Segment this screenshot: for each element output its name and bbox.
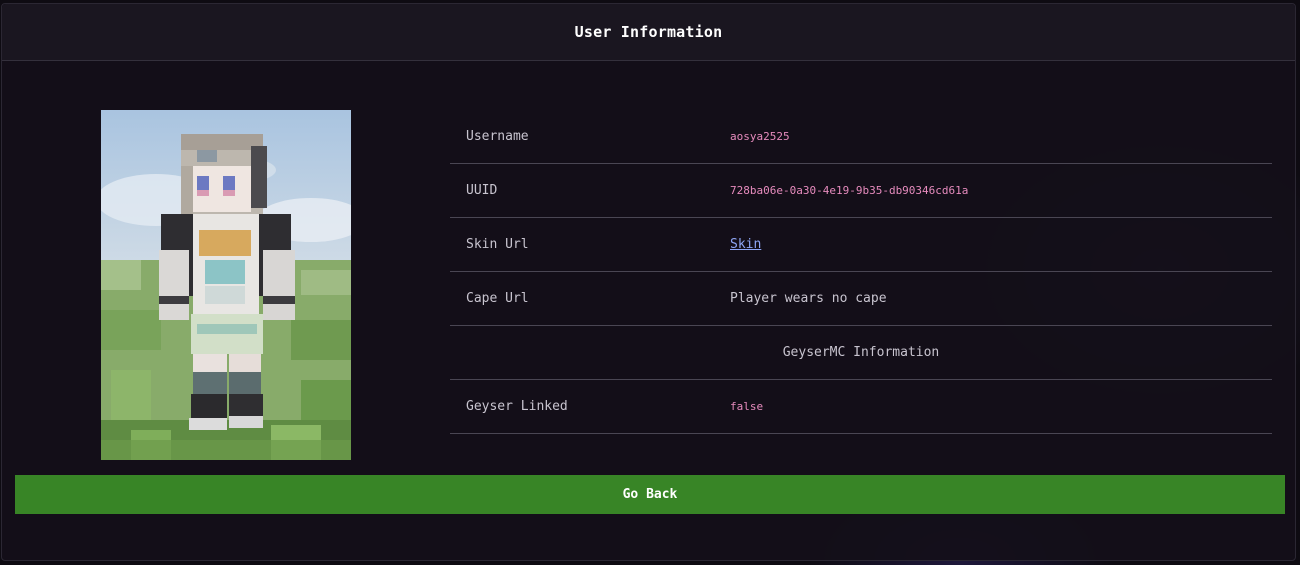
uuid-row: UUID 728ba06e-0a30-4e19-9b35-db90346cd61…	[450, 164, 1272, 218]
user-info-table: Username aosya2525 UUID 728ba06e-0a30-4e…	[450, 110, 1272, 434]
go-back-button[interactable]: Go Back	[15, 475, 1285, 514]
geyser-section-row: GeyserMC Information	[450, 326, 1272, 380]
geyser-linked-label: Geyser Linked	[466, 399, 568, 414]
geyser-linked-value: false	[730, 400, 764, 413]
skin-render-image	[101, 110, 351, 460]
uuid-label: UUID	[466, 183, 498, 198]
cape-url-value: Player wears no cape	[730, 291, 887, 306]
user-info-card: User Information Username aosya2525 UUID…	[1, 3, 1296, 561]
username-value: aosya2525	[730, 130, 790, 143]
page: User Information Username aosya2525 UUID…	[0, 0, 1300, 565]
username-label: Username	[466, 129, 529, 144]
card-header: User Information	[2, 4, 1295, 61]
skin-link[interactable]: Skin	[730, 218, 761, 272]
skin-url-label: Skin Url	[466, 237, 529, 252]
cape-url-label: Cape Url	[466, 291, 529, 306]
username-row: Username aosya2525	[450, 110, 1272, 164]
cape-url-row: Cape Url Player wears no cape	[450, 272, 1272, 326]
geyser-linked-row: Geyser Linked false	[450, 380, 1272, 434]
uuid-value: 728ba06e-0a30-4e19-9b35-db90346cd61a	[730, 184, 969, 197]
page-title: User Information	[574, 23, 723, 41]
geyser-section-title: GeyserMC Information	[782, 345, 940, 360]
skin-url-row: Skin Url Skin	[450, 218, 1272, 272]
